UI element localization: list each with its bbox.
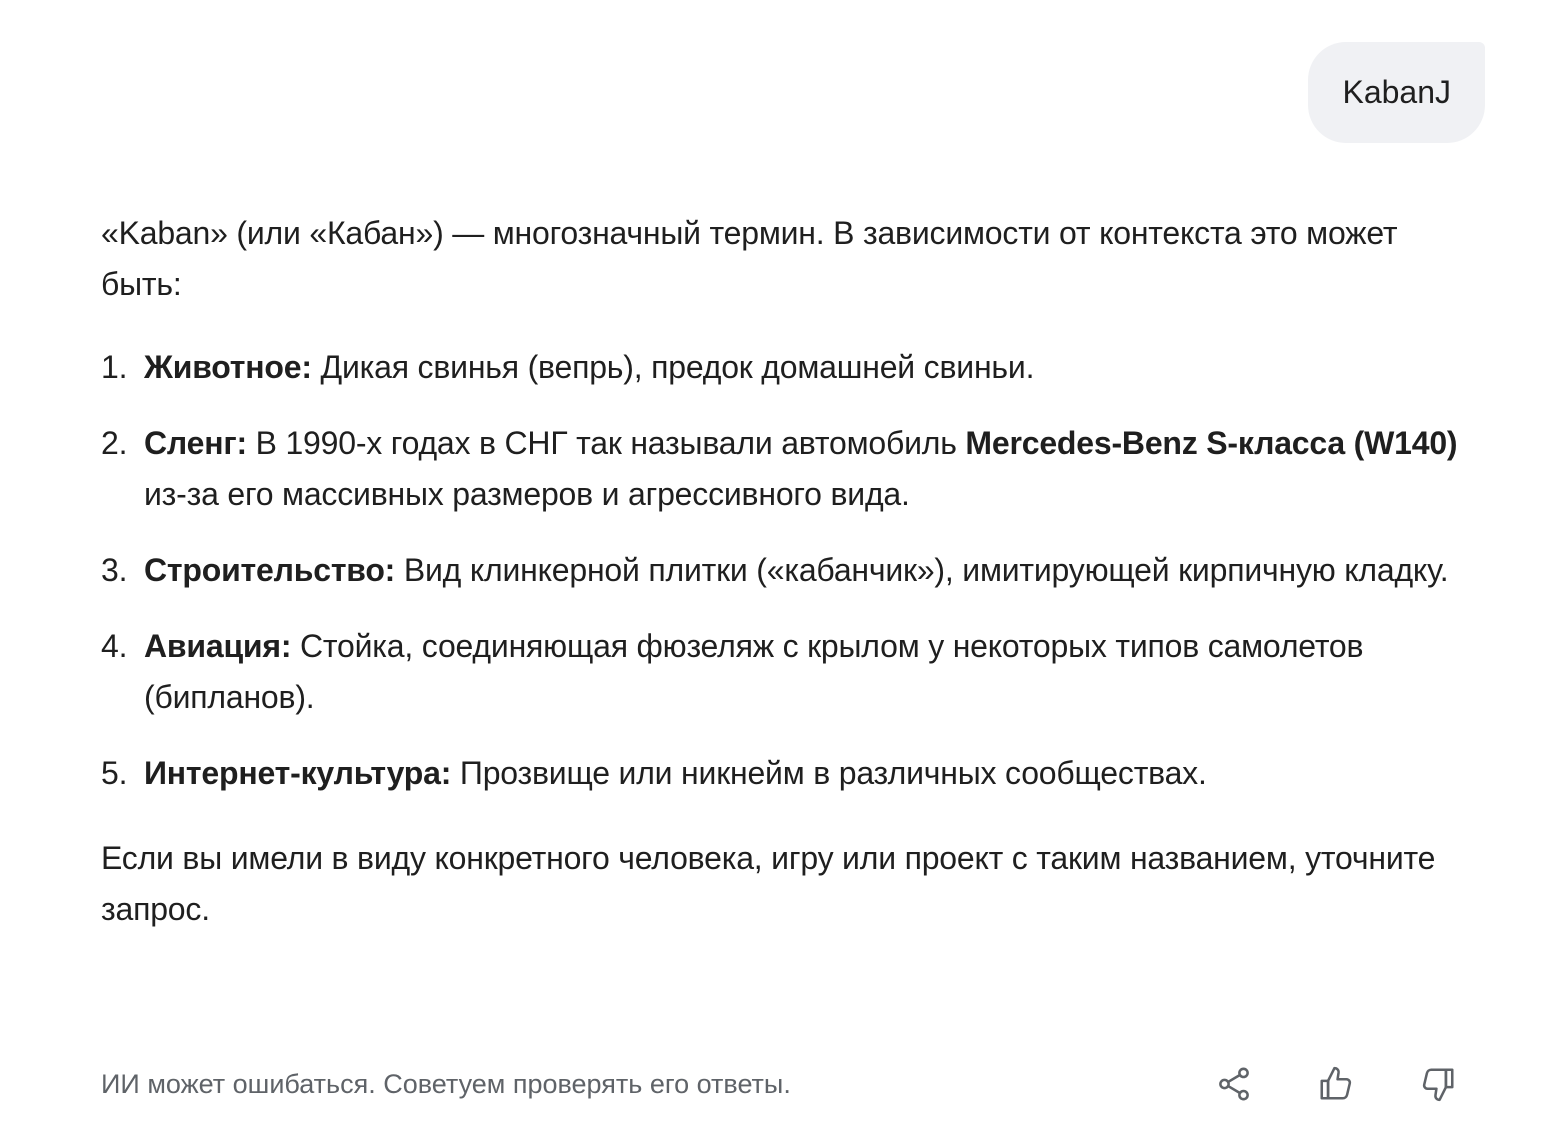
answer-intro: «Kaban» (или «Кабан») — многозначный тер… bbox=[101, 215, 1398, 302]
feedback-actions bbox=[1205, 1058, 1467, 1110]
list-item-body: Авиация: Стойка, соединяющая фюзеляж с к… bbox=[144, 621, 1481, 723]
list-item-number: 2. bbox=[101, 425, 128, 461]
list-item-number: 1. bbox=[101, 349, 128, 385]
assistant-answer: «Kaban» (или «Кабан») — многозначный тер… bbox=[101, 208, 1481, 935]
thumbs-up-button[interactable] bbox=[1307, 1058, 1365, 1110]
list-item-number: 3. bbox=[101, 552, 128, 588]
ai-disclaimer: ИИ может ошибаться. Советуем проверять е… bbox=[101, 1068, 791, 1099]
list-item-term: Авиация: bbox=[144, 628, 292, 664]
user-message-text: KabanJ bbox=[1342, 74, 1451, 110]
list-item-body: Интернет-культура: Прозвище или никнейм … bbox=[144, 748, 1481, 799]
list-item-term: Интернет-культура: bbox=[144, 755, 452, 791]
share-button[interactable] bbox=[1205, 1058, 1263, 1110]
share-icon bbox=[1219, 1067, 1249, 1101]
list-item-body: Строительство: Вид клинкерной плитки («к… bbox=[144, 545, 1481, 596]
list-item-text-end: из-за его массивных размеров и агрессивн… bbox=[144, 476, 910, 512]
list-item-text: Прозвище или никнейм в различных сообщес… bbox=[451, 755, 1207, 791]
list-item-text: Дикая свинья (вепрь), предок домашней св… bbox=[311, 349, 1035, 385]
list-item: 3. Строительство: Вид клинкерной плитки … bbox=[101, 545, 1481, 596]
answer-outro: Если вы имели в виду конкретного человек… bbox=[101, 840, 1436, 927]
list-item-text: В 1990-х годах в СНГ так называли автомо… bbox=[246, 425, 966, 461]
list-item-term: Животное: bbox=[144, 349, 312, 385]
list-item: 4. Авиация: Стойка, соединяющая фюзеляж … bbox=[101, 621, 1481, 723]
thumbs-up-icon bbox=[1320, 1066, 1352, 1100]
list-item-emphasis: Mercedes-Benz S-класса (W140) bbox=[965, 425, 1458, 461]
user-message-bubble: KabanJ bbox=[1308, 42, 1485, 143]
thumbs-down-icon bbox=[1422, 1068, 1454, 1102]
list-item: 5. Интернет-культура: Прозвище или никне… bbox=[101, 748, 1481, 799]
list-item-number: 5. bbox=[101, 755, 128, 791]
list-item-text: Вид клинкерной плитки («кабанчик»), имит… bbox=[395, 552, 1449, 588]
list-item-text: Стойка, соединяющая фюзеляж с крылом у н… bbox=[144, 628, 1364, 715]
list-item-body: Животное: Дикая свинья (вепрь), предок д… bbox=[144, 342, 1481, 393]
list-item-term: Строительство: bbox=[144, 552, 396, 588]
definitions-list: 1. Животное: Дикая свинья (вепрь), предо… bbox=[101, 342, 1481, 799]
list-item: 1. Животное: Дикая свинья (вепрь), предо… bbox=[101, 342, 1481, 393]
list-item-number: 4. bbox=[101, 628, 128, 664]
thumbs-down-button[interactable] bbox=[1409, 1058, 1467, 1110]
list-item-body: Сленг: В 1990-х годах в СНГ так называли… bbox=[144, 418, 1481, 520]
list-item: 2. Сленг: В 1990-х годах в СНГ так назыв… bbox=[101, 418, 1481, 520]
answer-footer: ИИ может ошибаться. Советуем проверять е… bbox=[101, 1058, 1485, 1110]
list-item-term: Сленг: bbox=[144, 425, 247, 461]
